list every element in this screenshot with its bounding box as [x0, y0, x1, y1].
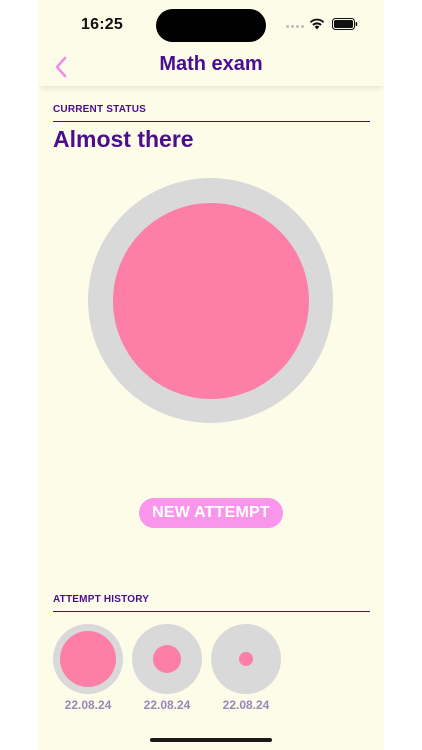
current-status-label: CURRENT STATUS [53, 104, 146, 115]
attempt-history-label: ATTEMPT HISTORY [53, 594, 150, 605]
progress-fill [112, 202, 309, 399]
history-date: 22.08.24 [222, 698, 270, 712]
section-divider [53, 611, 370, 612]
wifi-icon [309, 18, 325, 30]
history-item[interactable]: 22.08.24 [211, 624, 281, 712]
cellular-signal-icon [286, 25, 304, 28]
attempt-history-list: 22.08.24 22.08.24 22.08.24 [53, 624, 281, 712]
home-indicator [150, 738, 272, 742]
history-progress-fill [60, 631, 116, 687]
page-title: Math exam [159, 53, 263, 75]
dynamic-island [156, 9, 266, 42]
navigation-bar: Math exam [38, 48, 384, 86]
status-bar: 16:25 [38, 0, 384, 48]
history-date: 22.08.24 [64, 698, 112, 712]
battery-icon [332, 18, 358, 30]
history-progress-circle [211, 624, 281, 694]
history-progress-circle [53, 624, 123, 694]
progress-circle [88, 178, 333, 423]
status-title: Almost there [53, 126, 194, 152]
history-item[interactable]: 22.08.24 [132, 624, 202, 712]
history-progress-circle [132, 624, 202, 694]
app-screen: 16:25 Math exam CURRENT STATUS Almost th… [38, 0, 384, 750]
history-item[interactable]: 22.08.24 [53, 624, 123, 712]
history-progress-fill [239, 652, 253, 666]
history-date: 22.08.24 [143, 698, 191, 712]
new-attempt-button[interactable]: NEW ATTEMPT [139, 498, 283, 528]
status-time: 16:25 [81, 16, 123, 33]
section-divider [53, 121, 370, 122]
history-progress-fill [153, 645, 181, 673]
